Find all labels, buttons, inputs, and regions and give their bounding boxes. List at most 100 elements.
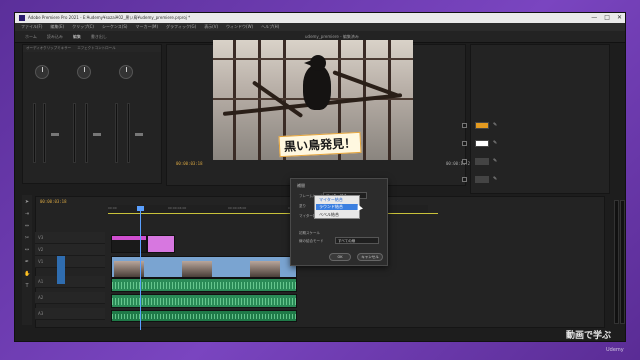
- selection-tool-icon[interactable]: ➤: [24, 199, 30, 205]
- volume-fader[interactable]: [93, 133, 101, 136]
- ruler-tick: 00:00: [108, 206, 117, 210]
- menu-marker[interactable]: マーカー(M): [135, 24, 158, 30]
- black-bird: [303, 65, 331, 110]
- level-meter: [43, 103, 46, 163]
- dropdown-option-miter[interactable]: マイター結合: [319, 197, 343, 203]
- audio-clip-a3[interactable]: [111, 310, 297, 322]
- dialog-label-fill: 塗り: [299, 204, 306, 208]
- udemy-logo: Udemy: [606, 347, 624, 353]
- graphic-clip-pink[interactable]: [147, 235, 175, 253]
- program-timecode[interactable]: 00:00:03:18: [176, 161, 203, 166]
- graphic-clip[interactable]: [111, 235, 147, 253]
- stroke-checkbox[interactable]: [462, 140, 467, 146]
- background-color-swatch[interactable]: [475, 157, 489, 165]
- fill-color-swatch[interactable]: [475, 121, 489, 129]
- ok-button[interactable]: OK: [329, 253, 351, 261]
- menu-bar: ファイル(F) 編集(E) クリップ(C) シーケンス(S) マーカー(M) グ…: [15, 23, 625, 31]
- audio-meter-left: [614, 200, 619, 324]
- premiere-logo-icon: [19, 15, 25, 21]
- playhead-handle[interactable]: [137, 206, 144, 211]
- join-type-dropdown: マイター結合 ラウンド結合 ベベル結合: [314, 195, 360, 219]
- level-meter: [73, 103, 76, 163]
- title-bar: Adobe Premiere Pro 2021 - E:¥udemy¥sozai…: [15, 13, 625, 23]
- menu-view[interactable]: 表示(V): [204, 24, 218, 30]
- menu-clip[interactable]: クリップ(C): [72, 24, 94, 30]
- playhead-line[interactable]: [140, 206, 141, 330]
- minimize-button[interactable]: —: [591, 14, 597, 21]
- track-select-icon[interactable]: ⇥: [24, 211, 30, 217]
- work-area-bar[interactable]: [108, 213, 438, 214]
- tab-edit[interactable]: 編集: [73, 34, 81, 40]
- eyedropper-icon[interactable]: ✎: [493, 176, 497, 182]
- eyedropper-icon[interactable]: ✎: [493, 122, 497, 128]
- pan-knob[interactable]: [35, 65, 49, 79]
- dialog-label-mode: 線の結合モード: [299, 239, 324, 243]
- ripple-edit-icon[interactable]: ⇔: [24, 223, 30, 229]
- tab-import[interactable]: 読み込み: [47, 34, 63, 40]
- video-clip[interactable]: [111, 256, 297, 278]
- track-header-v1[interactable]: V1: [35, 256, 105, 268]
- volume-fader[interactable]: [51, 133, 59, 136]
- menu-file[interactable]: ファイル(F): [21, 24, 42, 30]
- ruler-tick: 00:00:04:00: [168, 206, 187, 210]
- shadow-color-swatch[interactable]: [475, 175, 489, 183]
- hand-tool-icon[interactable]: ✋: [24, 271, 30, 277]
- pan-knob[interactable]: [77, 65, 91, 79]
- background-row: ✎: [462, 156, 497, 166]
- tab-effect-controls[interactable]: エフェクトコントロール: [77, 46, 116, 51]
- track-label: A3: [38, 311, 44, 316]
- stroke-color-swatch[interactable]: [475, 139, 489, 147]
- essential-graphics-panel: [470, 44, 610, 194]
- track-label: A1: [38, 279, 44, 284]
- volume-fader[interactable]: [135, 133, 143, 136]
- menu-edit[interactable]: 編集(E): [50, 24, 64, 30]
- type-tool-icon[interactable]: T: [24, 283, 30, 289]
- track-header-a1[interactable]: A1: [35, 276, 105, 288]
- razor-tool-icon[interactable]: ✂: [24, 235, 30, 241]
- track-header-v3[interactable]: V3: [35, 232, 105, 244]
- menu-window[interactable]: ウィンドウ(W): [226, 24, 253, 30]
- audio-mixer-panel: オーディオクリップミキサー エフェクトコントロール: [22, 44, 162, 184]
- slip-tool-icon[interactable]: ↔: [24, 247, 30, 253]
- source-patch-v1[interactable]: [57, 256, 65, 284]
- dropdown-option-round[interactable]: ラウンド結合: [316, 204, 358, 210]
- dropdown-option-bevel[interactable]: ベベル結合: [319, 212, 339, 218]
- track-header-a3[interactable]: A3: [35, 308, 105, 320]
- track-header-v2[interactable]: V2: [35, 244, 105, 256]
- close-button[interactable]: ✕: [617, 14, 622, 21]
- level-meter: [33, 103, 36, 163]
- tools-panel: ➤ ⇥ ⇔ ✂ ↔ ✒ ✋ T: [22, 195, 32, 325]
- tab-home[interactable]: ホーム: [25, 34, 37, 40]
- track-label: A2: [38, 295, 44, 300]
- eyedropper-icon[interactable]: ✎: [493, 158, 497, 164]
- fill-row: ✎: [462, 120, 497, 130]
- menu-sequence[interactable]: シーケンス(S): [102, 24, 127, 30]
- cancel-button[interactable]: キャンセル: [357, 253, 383, 261]
- bird-head: [310, 55, 326, 71]
- track-label: V1: [38, 259, 44, 264]
- title-caption[interactable]: 黒い鳥発見！: [278, 131, 362, 158]
- graphic-properties-dialog: 補間 フレームレート マイター結合 塗り マイター制 初期スケール 線の結合モー…: [290, 178, 388, 266]
- stroke-row: ✎: [462, 138, 497, 148]
- audio-clip-a2[interactable]: [111, 294, 297, 308]
- pan-knob[interactable]: [119, 65, 133, 79]
- window-controls: — □ ✕: [591, 14, 622, 21]
- maximize-button[interactable]: □: [604, 14, 610, 21]
- menu-graphics[interactable]: グラフィック(G): [166, 24, 196, 30]
- shadow-checkbox[interactable]: [462, 176, 467, 182]
- shadow-row: ✎: [462, 174, 497, 184]
- fill-checkbox[interactable]: [462, 122, 467, 128]
- background-checkbox[interactable]: [462, 158, 467, 164]
- timeline-timecode[interactable]: 00:00:03:18: [40, 199, 67, 204]
- tab-export[interactable]: 書き出し: [91, 34, 107, 40]
- clip-thumbnail: [250, 261, 280, 277]
- pen-tool-icon[interactable]: ✒: [24, 259, 30, 265]
- track-label: V3: [38, 235, 44, 240]
- menu-help[interactable]: ヘルプ(H): [261, 24, 279, 30]
- project-title: udemy_premiere - 編集済み: [305, 33, 359, 39]
- track-header-a2[interactable]: A2: [35, 292, 105, 304]
- eyedropper-icon[interactable]: ✎: [493, 140, 497, 146]
- mode-select[interactable]: すべての線: [335, 237, 379, 244]
- tab-audio-mixer[interactable]: オーディオクリップミキサー: [26, 46, 71, 51]
- audio-clip-a1[interactable]: [111, 278, 297, 292]
